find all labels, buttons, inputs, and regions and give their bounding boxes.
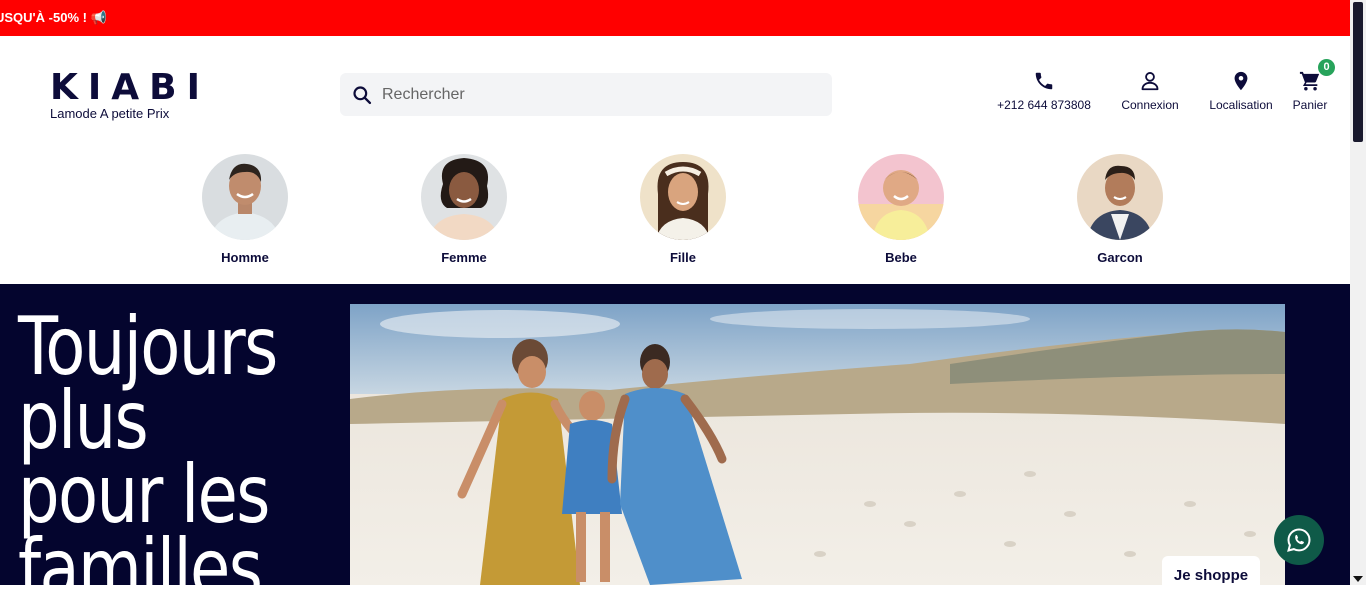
page-scrollbar[interactable] xyxy=(1350,0,1366,585)
hero-headline: Toujours plus pour les familles xyxy=(18,300,278,586)
category-femme-label: Femme xyxy=(441,250,487,265)
search-input[interactable] xyxy=(382,73,822,116)
login-label: Connexion xyxy=(1121,98,1179,112)
category-garcon-avatar[interactable] xyxy=(1077,154,1163,240)
category-fille-label: Fille xyxy=(669,250,696,265)
brand-name: KIABI xyxy=(50,67,210,108)
site-logo[interactable]: KIABI Lamode A petite Prix xyxy=(50,67,210,122)
whatsapp-button[interactable] xyxy=(1274,515,1324,565)
category-homme[interactable]: Homme xyxy=(195,154,295,265)
category-bebe[interactable]: Bebe xyxy=(851,154,951,265)
whatsapp-icon xyxy=(1287,528,1311,552)
category-garcon[interactable]: Garcon xyxy=(1070,154,1170,265)
cart-link[interactable]: 0 Panier xyxy=(1288,59,1335,112)
search-bar[interactable] xyxy=(340,73,832,116)
search-icon[interactable] xyxy=(352,85,372,105)
brand-tagline: Lamode A petite Prix xyxy=(50,106,170,121)
category-bebe-label: Bebe xyxy=(885,250,917,265)
location-link[interactable]: Localisation xyxy=(1203,70,1279,112)
hero-photo[interactable] xyxy=(350,304,1285,585)
login-link[interactable]: Connexion xyxy=(1116,70,1184,112)
category-femme[interactable]: Femme xyxy=(414,154,514,265)
phone-icon xyxy=(1035,72,1053,90)
category-bebe-avatar[interactable] xyxy=(858,154,944,240)
category-femme-avatar[interactable] xyxy=(421,154,507,240)
location-pin-icon xyxy=(1234,71,1248,91)
phone-link[interactable]: +212 644 873808 xyxy=(990,70,1098,112)
category-homme-avatar[interactable] xyxy=(202,154,288,240)
cart-icon xyxy=(1299,71,1320,91)
promo-text: USQU'À -50% ! 📢 xyxy=(0,10,107,25)
cart-count-badge: 0 xyxy=(1318,59,1335,76)
promo-banner: USQU'À -50% ! 📢 xyxy=(0,0,1350,36)
location-label: Localisation xyxy=(1209,98,1273,112)
category-nav: Homme Femme Fille Bebe Garcon xyxy=(0,154,1350,284)
category-fille[interactable]: Fille xyxy=(633,154,733,265)
scroll-down-arrow-icon[interactable] xyxy=(1353,576,1363,582)
cart-label: Panier xyxy=(1292,98,1328,112)
scrollbar-thumb[interactable] xyxy=(1353,2,1363,142)
shop-now-button[interactable]: Je shoppe xyxy=(1162,556,1260,596)
category-garcon-label: Garcon xyxy=(1097,250,1143,265)
category-fille-avatar[interactable] xyxy=(640,154,726,240)
category-homme-label: Homme xyxy=(221,250,269,265)
hero-banner: Toujours plus pour les familles xyxy=(0,284,1350,585)
user-icon xyxy=(1141,72,1159,91)
phone-number: +212 644 873808 xyxy=(997,98,1091,112)
